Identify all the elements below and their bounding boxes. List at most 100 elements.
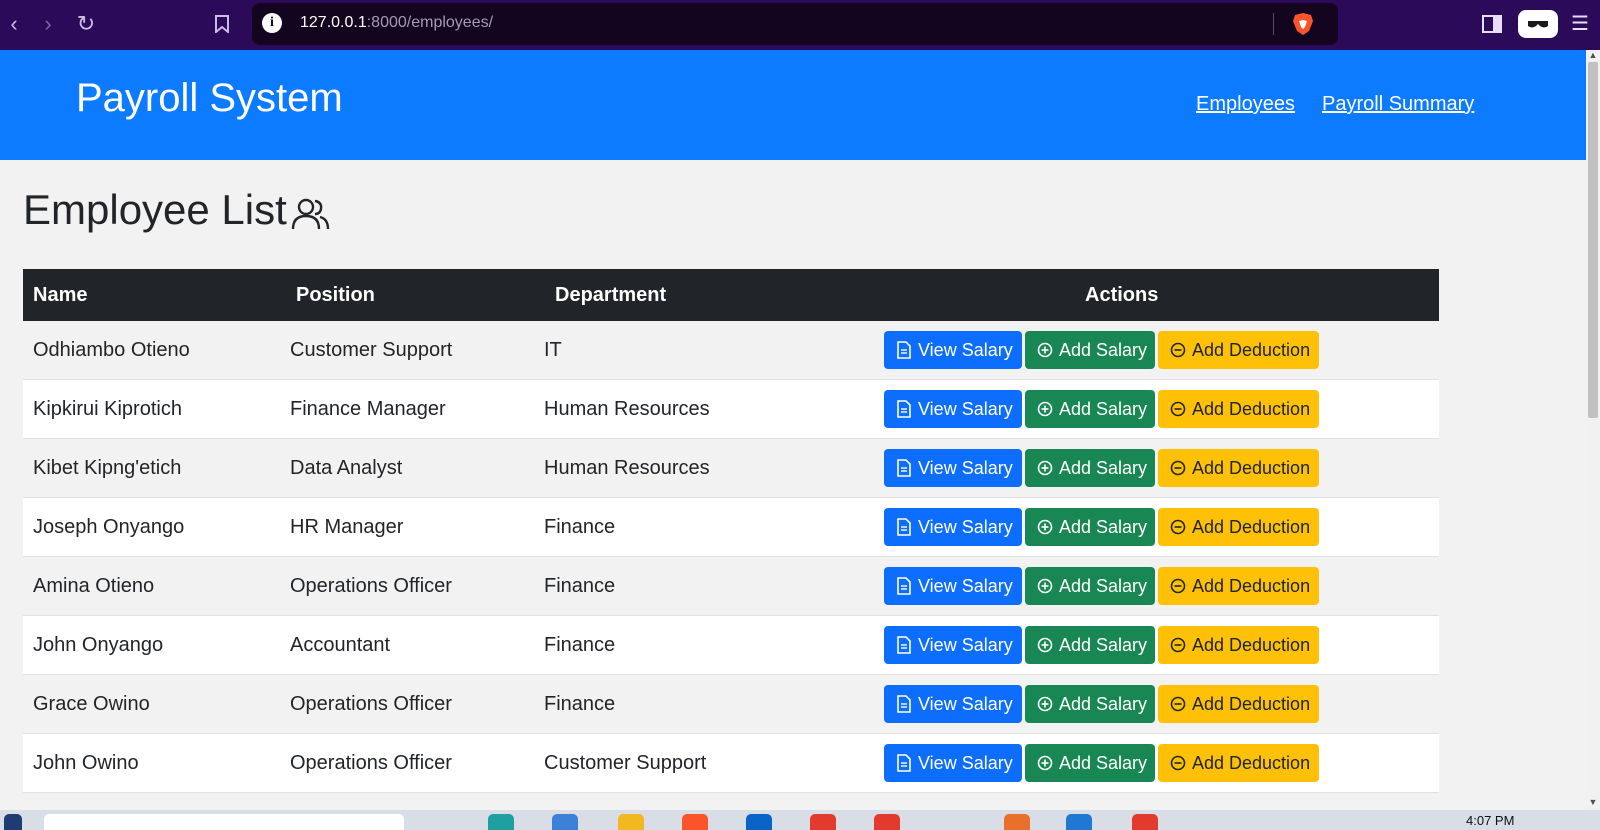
minus-circle-icon xyxy=(1170,401,1186,417)
scroll-up-arrow-icon[interactable]: ▲ xyxy=(1588,50,1598,60)
add-salary-button[interactable]: Add Salary xyxy=(1025,567,1155,605)
add-deduction-button[interactable]: Add Deduction xyxy=(1158,449,1319,487)
start-icon[interactable] xyxy=(4,814,22,830)
vscode-icon[interactable] xyxy=(1066,814,1092,830)
file-text-icon xyxy=(897,636,911,654)
view-salary-button[interactable]: View Salary xyxy=(884,449,1022,487)
browser-toolbar: ‹ › ↻ i 127.0.0.1:8000/employees/ ☰ xyxy=(0,0,1600,50)
table-row: John Owino Operations Officer Customer Sup… xyxy=(23,734,1439,793)
brave-shield-icon[interactable] xyxy=(1292,12,1314,36)
add-deduction-button[interactable]: Add Deduction xyxy=(1158,626,1319,664)
view-salary-button[interactable]: View Salary xyxy=(884,567,1022,605)
cell-department: Customer Support xyxy=(544,752,707,774)
button-label: View Salary xyxy=(918,753,1013,773)
add-deduction-button[interactable]: Add Deduction xyxy=(1158,685,1319,723)
minus-circle-icon xyxy=(1170,519,1186,535)
os-taskbar: 4:07 PM xyxy=(0,810,1600,830)
cell-position: Data Analyst xyxy=(290,457,403,479)
url-text[interactable]: 127.0.0.1:8000/employees/ xyxy=(300,14,493,32)
cell-department: IT xyxy=(544,339,562,361)
add-salary-button[interactable]: Add Salary xyxy=(1025,508,1155,546)
nav-link-payroll-summary[interactable]: Payroll Summary xyxy=(1322,93,1474,116)
employee-table: Name Position Department Actions Odhiamb… xyxy=(23,269,1439,793)
add-deduction-button[interactable]: Add Deduction xyxy=(1158,744,1319,782)
file-text-icon xyxy=(897,577,911,595)
file-text-icon xyxy=(897,341,911,359)
file-text-icon xyxy=(897,754,911,772)
page-scrollbar[interactable]: ▲ ▼ xyxy=(1586,50,1600,810)
add-salary-button[interactable]: Add Salary xyxy=(1025,685,1155,723)
view-salary-button[interactable]: View Salary xyxy=(884,508,1022,546)
cell-position: Operations Officer xyxy=(290,693,452,715)
taskbar-clock[interactable]: 4:07 PM xyxy=(1466,813,1514,828)
bookmark-icon[interactable] xyxy=(208,10,236,38)
add-deduction-button[interactable]: Add Deduction xyxy=(1158,508,1319,546)
button-label: Add Deduction xyxy=(1192,576,1311,596)
minus-circle-icon xyxy=(1170,342,1186,358)
address-bar[interactable]: i 127.0.0.1:8000/employees/ xyxy=(252,3,1338,45)
button-label: Add Salary xyxy=(1059,458,1148,478)
button-label: View Salary xyxy=(918,576,1013,596)
add-deduction-button[interactable]: Add Deduction xyxy=(1158,331,1319,369)
cell-name: Odhiambo Otieno xyxy=(33,339,190,361)
add-salary-button[interactable]: Add Salary xyxy=(1025,449,1155,487)
mail-icon[interactable] xyxy=(746,814,772,830)
view-salary-button[interactable]: View Salary xyxy=(884,744,1022,782)
button-label: Add Deduction xyxy=(1192,635,1311,655)
button-label: Add Salary xyxy=(1059,399,1148,419)
add-salary-button[interactable]: Add Salary xyxy=(1025,744,1155,782)
plus-circle-icon xyxy=(1037,401,1053,417)
minus-circle-icon xyxy=(1170,696,1186,712)
column-header-department: Department xyxy=(555,284,667,306)
add-salary-button[interactable]: Add Salary xyxy=(1025,626,1155,664)
view-salary-button[interactable]: View Salary xyxy=(884,685,1022,723)
view-salary-button[interactable]: View Salary xyxy=(884,331,1022,369)
taskbar-app-icon-2[interactable] xyxy=(1004,814,1030,830)
file-explorer-icon[interactable] xyxy=(618,814,644,830)
app-header: Payroll System Employees Payroll Summary xyxy=(0,50,1586,160)
chrome-icon[interactable] xyxy=(810,814,836,830)
minus-circle-icon xyxy=(1170,637,1186,653)
site-info-icon[interactable]: i xyxy=(262,13,282,33)
taskbar-app-icon[interactable] xyxy=(552,814,578,830)
taskbar-search-box[interactable] xyxy=(44,814,404,830)
button-label: View Salary xyxy=(918,517,1013,537)
view-salary-button[interactable]: View Salary xyxy=(884,390,1022,428)
add-deduction-button[interactable]: Add Deduction xyxy=(1158,390,1319,428)
button-label: Add Deduction xyxy=(1192,694,1311,714)
scroll-down-arrow-icon[interactable]: ▼ xyxy=(1588,797,1598,807)
plus-circle-icon xyxy=(1037,696,1053,712)
nav-link-employees[interactable]: Employees xyxy=(1196,93,1295,116)
edge-icon[interactable] xyxy=(488,814,514,830)
menu-icon[interactable]: ☰ xyxy=(1566,10,1594,38)
taskbar-app-icon-3[interactable] xyxy=(1132,814,1158,830)
brave-taskbar-icon[interactable] xyxy=(682,814,708,830)
button-label: Add Salary xyxy=(1059,635,1148,655)
button-label: View Salary xyxy=(918,694,1013,714)
button-label: Add Salary xyxy=(1059,340,1148,360)
cell-department: Finance xyxy=(544,575,616,597)
cell-name: Kipkirui Kiprotich xyxy=(33,398,182,420)
file-text-icon xyxy=(897,459,911,477)
minus-circle-icon xyxy=(1170,578,1186,594)
button-label: View Salary xyxy=(918,635,1013,655)
sidebar-toggle-icon[interactable] xyxy=(1478,10,1506,38)
back-icon[interactable]: ‹ xyxy=(0,10,28,38)
add-deduction-button[interactable]: Add Deduction xyxy=(1158,567,1319,605)
cell-name: Kibet Kipng'etich xyxy=(33,457,182,479)
reload-icon[interactable]: ↻ xyxy=(72,10,100,38)
scrollbar-thumb[interactable] xyxy=(1588,62,1598,418)
table-row: Joseph Onyango HR Manager Finance View Sala… xyxy=(23,498,1439,557)
button-label: Add Deduction xyxy=(1192,340,1311,360)
button-label: Add Salary xyxy=(1059,694,1148,714)
view-salary-button[interactable]: View Salary xyxy=(884,626,1022,664)
plus-circle-icon xyxy=(1037,519,1053,535)
plus-circle-icon xyxy=(1037,578,1053,594)
chrome-profile-icon[interactable] xyxy=(874,814,900,830)
private-mode-icon[interactable] xyxy=(1518,10,1558,38)
cell-position: Accountant xyxy=(290,634,391,656)
forward-icon[interactable]: › xyxy=(34,10,62,38)
add-salary-button[interactable]: Add Salary xyxy=(1025,331,1155,369)
minus-circle-icon xyxy=(1170,755,1186,771)
add-salary-button[interactable]: Add Salary xyxy=(1025,390,1155,428)
